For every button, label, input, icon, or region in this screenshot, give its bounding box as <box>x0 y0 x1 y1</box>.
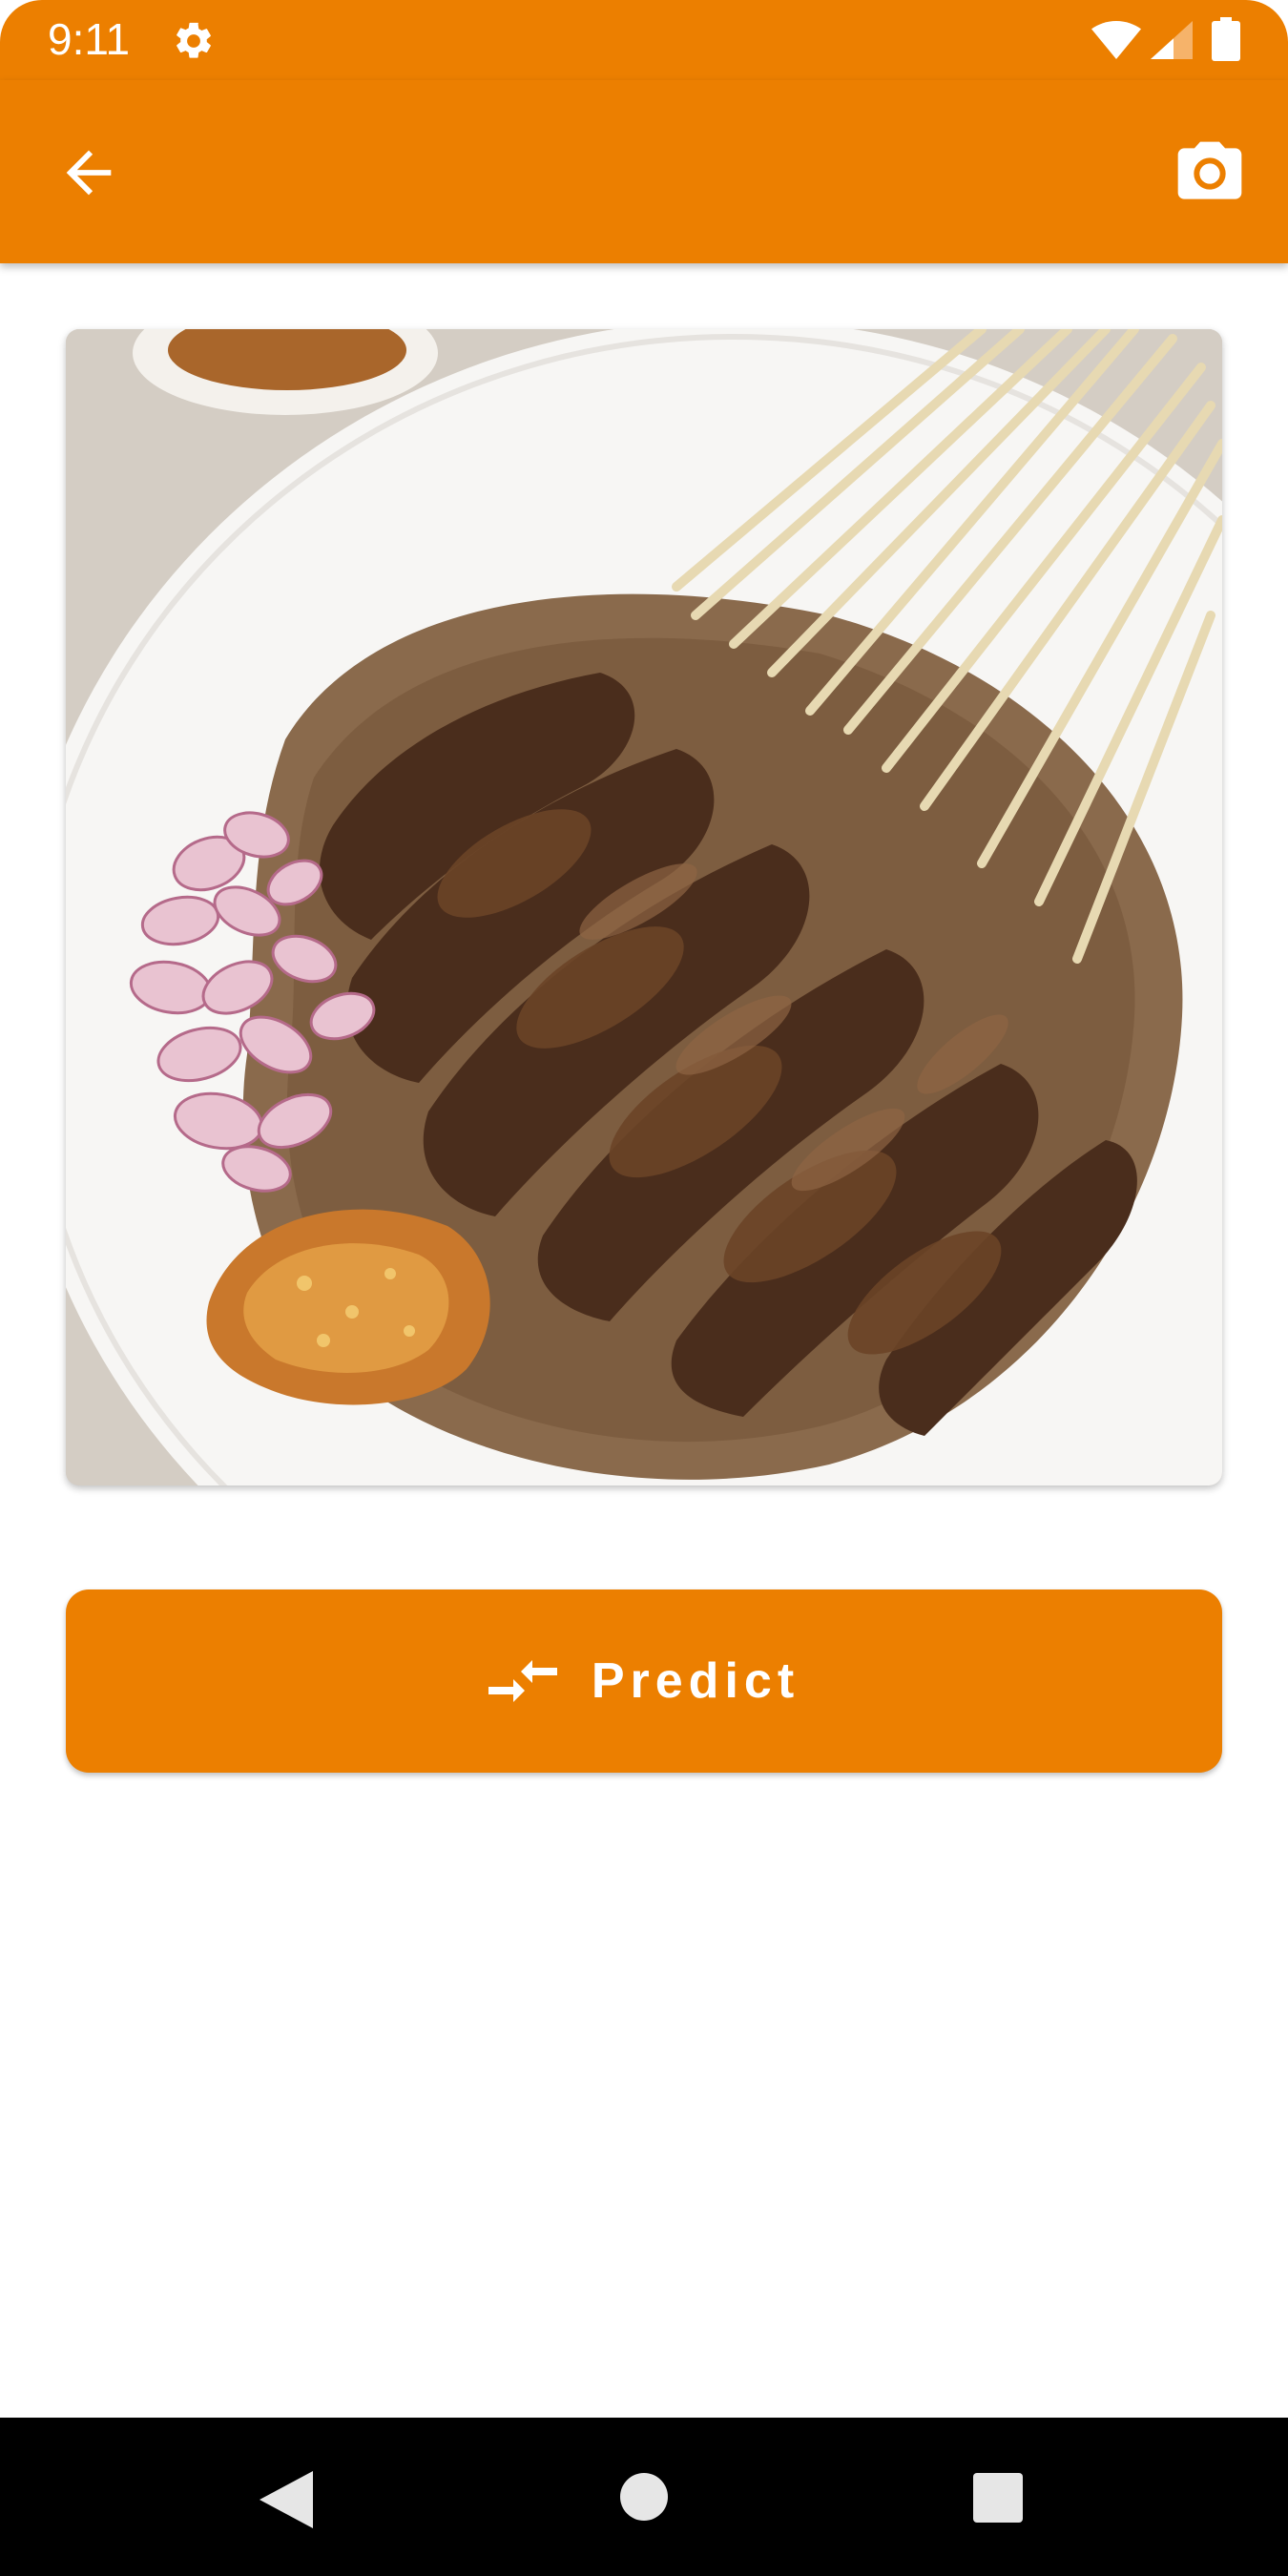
nav-back-icon[interactable] <box>260 2471 313 2528</box>
status-bar: 9:11 <box>0 0 1288 80</box>
battery-icon <box>1212 17 1240 61</box>
predict-button[interactable]: Predict <box>66 1589 1222 1773</box>
wifi-icon <box>1091 21 1141 59</box>
predict-button-label: Predict <box>591 1653 800 1709</box>
status-time: 9:11 <box>48 14 131 64</box>
camera-icon[interactable] <box>1172 135 1248 212</box>
compare-arrows-icon <box>488 1660 557 1702</box>
arrow-back-icon[interactable] <box>55 139 122 206</box>
system-nav-bar <box>0 2418 1288 2576</box>
nav-recents-icon[interactable] <box>973 2473 1023 2523</box>
cell-signal-icon <box>1151 21 1193 59</box>
app-bar <box>0 80 1288 263</box>
food-photo <box>66 329 1222 1485</box>
food-photo-illustration <box>66 329 1222 1485</box>
nav-home-icon[interactable] <box>620 2473 668 2521</box>
settings-gear-icon <box>177 22 211 58</box>
